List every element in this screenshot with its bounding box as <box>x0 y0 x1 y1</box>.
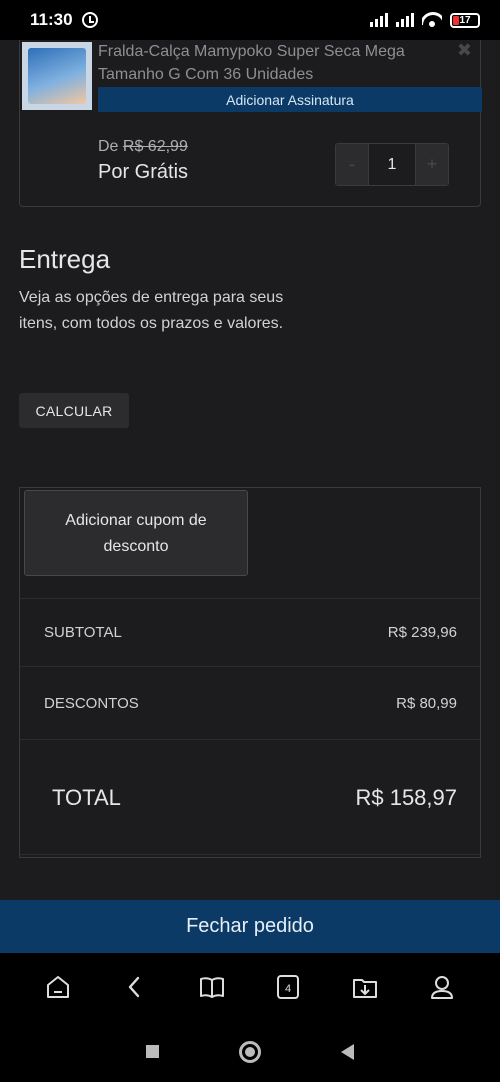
status-time: 11:30 <box>30 10 73 29</box>
home-button-icon[interactable] <box>239 1040 261 1063</box>
total-label: TOTAL <box>52 784 121 810</box>
product-image[interactable] <box>22 42 92 110</box>
subtotal-label: SUBTOTAL <box>44 624 122 641</box>
signal-icon <box>370 13 388 27</box>
status-bar: 11:30 17 <box>0 0 500 40</box>
quantity-stepper: - 1 + <box>335 143 449 186</box>
system-navigation <box>0 1021 500 1082</box>
bookmarks-icon[interactable] <box>192 967 232 1007</box>
subtotal-row: SUBTOTAL R$ 239,96 <box>20 598 480 667</box>
old-price-prefix: De <box>98 138 119 155</box>
signal-icon <box>396 13 414 27</box>
decrease-quantity-button[interactable]: - <box>336 144 368 185</box>
alarm-icon <box>81 12 98 28</box>
cart-page: Fralda-Calça Mamypoko Super Seca Mega Ta… <box>0 40 500 953</box>
tabs-icon[interactable]: 4 <box>268 967 308 1007</box>
home-icon[interactable] <box>38 967 78 1007</box>
old-price: De R$ 62,99 <box>98 138 188 156</box>
back-button-icon[interactable] <box>341 1043 354 1060</box>
quantity-input[interactable]: 1 <box>368 144 416 185</box>
remove-item-icon[interactable]: ✖ <box>457 40 472 61</box>
battery-icon: 17 <box>450 12 480 28</box>
old-price-value: R$ 62,99 <box>122 138 188 155</box>
add-coupon-button[interactable]: Adicionar cupom de desconto <box>24 490 248 576</box>
increase-quantity-button[interactable]: + <box>416 144 448 185</box>
order-summary: Adicionar cupom de desconto SUBTOTAL R$ … <box>19 487 481 858</box>
subtotal-value: R$ 239,96 <box>387 624 457 641</box>
tabs-count: 4 <box>285 983 291 995</box>
discounts-row: DESCONTOS R$ 80,99 <box>20 668 480 740</box>
add-subscription-button[interactable]: Adicionar Assinatura <box>98 87 482 112</box>
battery-level: 17 <box>459 14 471 26</box>
total-row: TOTAL R$ 158,97 <box>20 741 480 855</box>
recent-apps-icon[interactable] <box>146 1045 159 1058</box>
cart-item: Fralda-Calça Mamypoko Super Seca Mega Ta… <box>19 40 482 207</box>
browser-toolbar: 4 <box>0 953 500 1021</box>
delivery-description: Veja as opções de entrega para seus iten… <box>19 289 284 332</box>
discounts-label: DESCONTOS <box>44 695 139 712</box>
delivery-heading: Entrega <box>19 244 111 274</box>
downloads-icon[interactable] <box>345 967 385 1007</box>
total-value: R$ 158,97 <box>355 784 457 810</box>
profile-icon[interactable] <box>422 967 462 1007</box>
checkout-button[interactable]: Fechar pedido <box>0 900 500 953</box>
wifi-icon <box>422 12 442 28</box>
product-title[interactable]: Fralda-Calça Mamypoko Super Seca Mega Ta… <box>98 40 438 86</box>
current-price: Por Grátis <box>98 161 189 183</box>
status-icons: 17 <box>370 12 480 28</box>
calculate-shipping-button[interactable]: CALCULAR <box>19 393 129 428</box>
back-icon[interactable] <box>115 967 155 1007</box>
discounts-value: R$ 80,99 <box>396 695 457 712</box>
